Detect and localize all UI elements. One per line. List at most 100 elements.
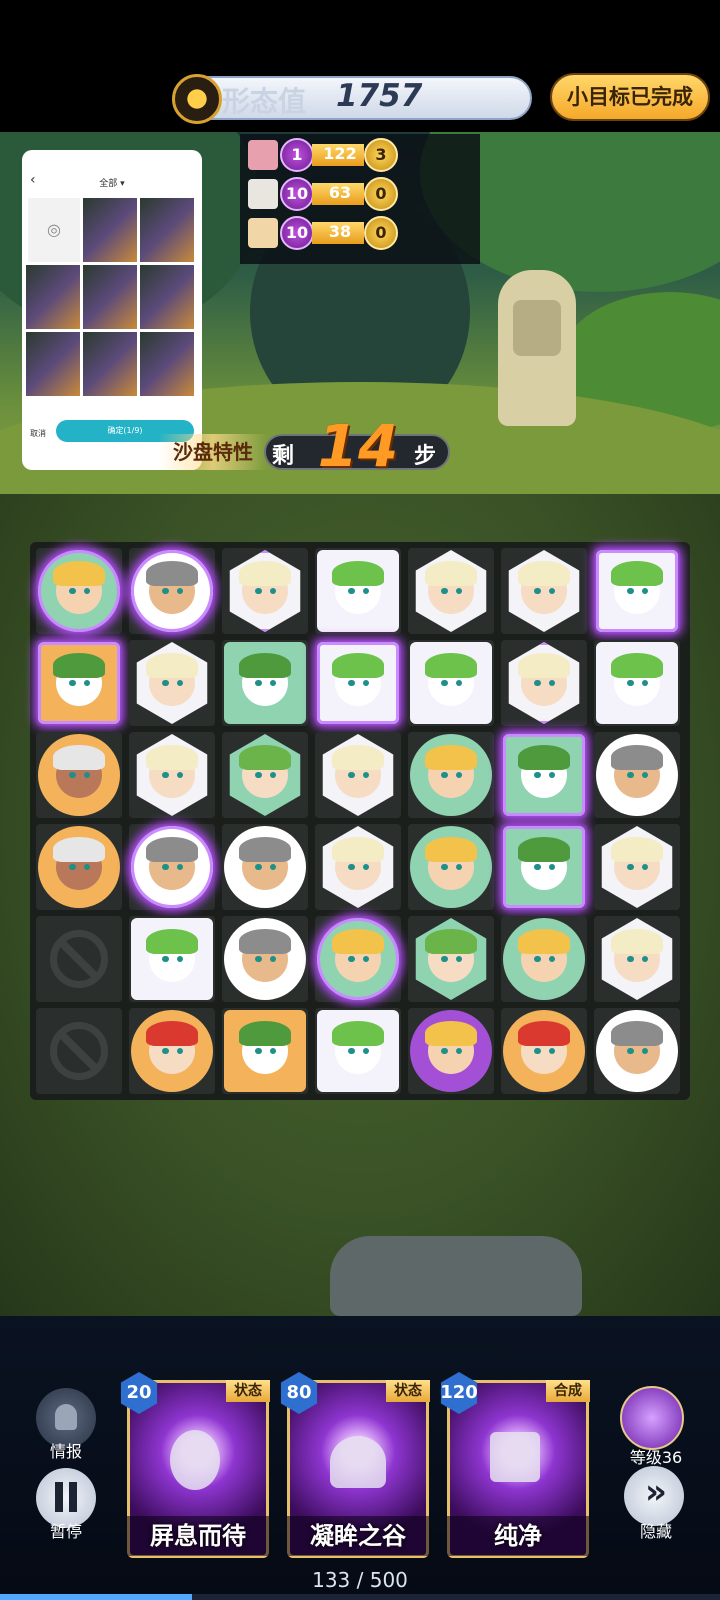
gourd-icon (170, 1430, 220, 1490)
character-hair (52, 653, 106, 679)
red-hair-boy-tile[interactable] (503, 1010, 585, 1092)
camera-icon[interactable]: ◎ (28, 198, 80, 262)
level-label: 等级36 (629, 1448, 683, 1467)
pause-label: 暂停 (49, 1522, 82, 1541)
album-selector[interactable]: 全部 ▾ (82, 176, 142, 189)
eye (534, 587, 541, 595)
headband-boy-tile[interactable] (224, 826, 306, 908)
blonde-girl-tile[interactable] (38, 550, 120, 632)
photo-thumbnail[interactable] (26, 265, 80, 329)
green-dog-tile[interactable] (224, 642, 306, 724)
blonde-girl-tile[interactable] (410, 826, 492, 908)
character-hair (517, 653, 571, 679)
back-icon[interactable]: ‹ (30, 172, 36, 188)
eye (348, 771, 355, 779)
white-dog-tile[interactable] (596, 550, 678, 632)
character-hair (52, 837, 106, 863)
character-hair (610, 1021, 664, 1047)
white-dog-tile[interactable] (317, 550, 399, 632)
green-dog-gold-tile[interactable] (38, 642, 120, 724)
eye (69, 587, 76, 595)
bell-icon (55, 1404, 77, 1430)
red-hair-boy-tile[interactable] (131, 1010, 213, 1092)
blocked-cell-icon (50, 930, 108, 988)
blonde-girl-tile[interactable] (317, 918, 399, 1000)
character-hair (331, 929, 385, 955)
eye (348, 587, 355, 595)
headband-boy-tile[interactable] (131, 550, 213, 632)
eye (534, 771, 541, 779)
character-hair (517, 1021, 571, 1047)
character-hair (145, 929, 199, 955)
white-dog-tile[interactable] (317, 1010, 399, 1092)
character-hair (517, 745, 571, 771)
goal-complete-button[interactable]: 小目标已完成 (550, 73, 710, 121)
level-badge: 10 (280, 216, 314, 250)
match-board (30, 542, 690, 1100)
photo-thumbnail[interactable] (83, 265, 137, 329)
wolf-hood-girl-tile[interactable] (38, 826, 120, 908)
white-dog-tile[interactable] (596, 642, 678, 724)
level-badge: 1 (280, 138, 314, 172)
character-hair (331, 837, 385, 863)
character-hair (238, 1021, 292, 1047)
eye (255, 679, 262, 687)
white-dog-tile[interactable] (410, 642, 492, 724)
character-hair (610, 929, 664, 955)
eye (534, 1047, 541, 1055)
photo-thumbnail[interactable] (140, 265, 194, 329)
eye (162, 1047, 169, 1055)
character-hair (424, 1021, 478, 1047)
character-hair (424, 929, 478, 955)
eye (162, 863, 169, 871)
white-dog-tile[interactable] (317, 642, 399, 724)
character-hair (238, 929, 292, 955)
eye (627, 679, 634, 687)
green-dog-tile[interactable] (503, 734, 585, 816)
character-hair (424, 653, 478, 679)
character-hair (610, 837, 664, 863)
card-tag: 状态 (226, 1380, 270, 1402)
character-hair (610, 653, 664, 679)
headband-boy-tile[interactable] (224, 918, 306, 1000)
blonde-girl-tile[interactable] (410, 734, 492, 816)
moves-counter: 沙盘特性 剩 14 步 (158, 412, 458, 482)
character-hair (145, 837, 199, 863)
character-hair (610, 745, 664, 771)
eye (348, 955, 355, 963)
photo-thumbnail[interactable] (140, 332, 194, 396)
blonde-girl-tile[interactable] (503, 918, 585, 1000)
eye (441, 1047, 448, 1055)
reward-badge: 0 (364, 177, 398, 211)
character-hair (238, 837, 292, 863)
wolf-hood-girl-tile[interactable] (38, 734, 120, 816)
character-hair (331, 1021, 385, 1047)
purple-crown-girl-tile[interactable] (410, 1010, 492, 1092)
headband-boy-tile[interactable] (131, 826, 213, 908)
green-dog-tile[interactable] (503, 826, 585, 908)
eye (534, 679, 541, 687)
eye (69, 863, 76, 871)
square-gem-icon (490, 1432, 540, 1482)
cancel-button[interactable]: 取消 (30, 428, 46, 439)
character-avatar (248, 140, 278, 170)
photo-thumbnail[interactable] (83, 332, 137, 396)
card-tag: 状态 (386, 1380, 430, 1402)
mission-panel: 1 122 3 10 63 0 10 38 0 (240, 134, 480, 264)
photo-thumbnail[interactable] (83, 198, 137, 262)
photo-thumbnail[interactable] (26, 332, 80, 396)
eye (255, 1047, 262, 1055)
white-dog-tile[interactable] (131, 918, 213, 1000)
eye (441, 771, 448, 779)
photo-thumbnail[interactable] (140, 198, 194, 262)
character-avatar (248, 179, 278, 209)
character-hair (145, 653, 199, 679)
headband-boy-tile[interactable] (596, 1010, 678, 1092)
headband-boy-tile[interactable] (596, 734, 678, 816)
green-dog-gold-tile[interactable] (224, 1010, 306, 1092)
sandbox-trait-label[interactable]: 沙盘特性 (158, 434, 268, 470)
character-hair (517, 929, 571, 955)
level-avatar[interactable] (620, 1386, 684, 1450)
level-badge: 10 (280, 177, 314, 211)
card-name: 屏息而待 (127, 1516, 269, 1556)
